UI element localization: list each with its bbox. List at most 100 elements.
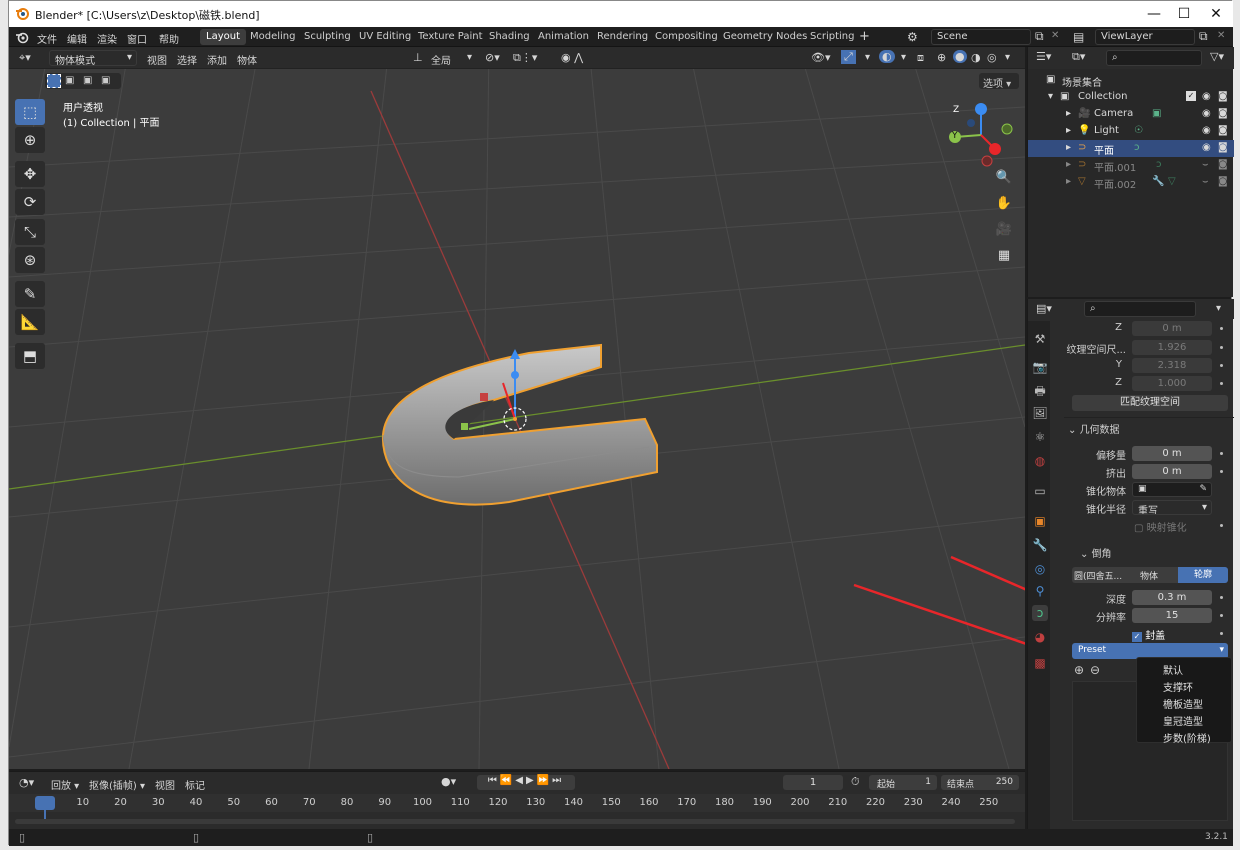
transform-orientation-icon[interactable]: ⊥ (413, 51, 423, 64)
tab-rendering[interactable]: Rendering (591, 29, 654, 45)
playback-controls[interactable]: ⏮⏪◀▶⏩⏭ (477, 775, 575, 790)
gizmo-toggle-icon[interactable]: ⤢ (841, 50, 856, 64)
map-taper-checkbox[interactable]: ▢ 映射锥化 (1134, 519, 1187, 534)
camera-view-icon[interactable]: 🎥 (993, 219, 1015, 241)
outliner-row-collection[interactable]: ▾ ▣ Collection ✓ ◉ ◙ (1028, 89, 1234, 106)
camera-render-icon[interactable]: ◙ (1218, 108, 1228, 119)
select-intersect-icon[interactable]: ▣ (101, 75, 110, 86)
overlay-toggle-icon[interactable]: ◐ (879, 50, 895, 63)
chevron-down-icon[interactable]: ▾ (901, 52, 906, 63)
measure-tool[interactable]: 📐 (15, 309, 45, 335)
menu-select[interactable]: 选择 (177, 52, 197, 67)
modifier-tab-icon[interactable]: 🔧 (1032, 537, 1048, 553)
dropdown-item-steps[interactable]: 步数(阶梯) (1163, 730, 1211, 745)
select-box-tool[interactable]: ⬚ (15, 99, 45, 125)
dropdown-item-cornice[interactable]: 檐板造型 (1163, 696, 1203, 711)
scene-icon[interactable]: ⚙ (907, 30, 918, 44)
ortho-grid-icon[interactable]: ▦ (993, 245, 1015, 267)
chevron-down-icon[interactable]: ▾ (467, 52, 472, 63)
taper-object-field[interactable]: ▣ ✎ (1132, 482, 1212, 497)
keyframe-dot[interactable] (1220, 614, 1223, 617)
add-preset-icon[interactable]: ⊕ (1074, 663, 1084, 677)
scene-selector[interactable]: Scene (931, 29, 1031, 45)
xray-icon[interactable]: ⧈ (917, 51, 924, 65)
view-layer-tab-icon[interactable]: 🖼 (1032, 405, 1048, 421)
bevel-mode-object[interactable]: 物体 (1140, 569, 1158, 582)
keyframe-dot[interactable] (1220, 524, 1223, 527)
transform-orientation[interactable]: 全局 (431, 52, 451, 67)
clock-icon[interactable]: ⏱ (851, 775, 860, 789)
timeline-menu-view[interactable]: 视图 (155, 777, 175, 792)
tab-sculpting[interactable]: Sculpting (298, 29, 357, 45)
checkbox-icon[interactable]: ✓ (1186, 91, 1196, 101)
expand-icon[interactable]: ▸ (1066, 125, 1071, 136)
tab-modeling[interactable]: Modeling (244, 29, 302, 45)
expand-icon[interactable]: ▸ (1066, 176, 1071, 187)
keyframe-dot[interactable] (1220, 452, 1223, 455)
cursor-tool[interactable]: ⊕ (15, 127, 45, 153)
3d-viewport[interactable]: Z Y ⌖▾ 物体模式 ▾ 视图 选择 添加 物体 ⊥ 全局 ▾ ⊘▾ ⧉⋮▾ ◉… (9, 47, 1025, 769)
chevron-down-icon[interactable]: ▾ (1005, 52, 1010, 63)
curve-data-tab-icon[interactable]: ↄ (1032, 605, 1048, 621)
chevron-down-icon[interactable]: ▾ (865, 52, 870, 63)
match-texture-space-button[interactable]: 匹配纹理空间 (1072, 395, 1228, 411)
timeline-scrollbar[interactable] (15, 819, 1015, 824)
options-dropdown[interactable]: 选项 ▾ (979, 73, 1019, 90)
view-layer-icon[interactable]: ▤ (1073, 30, 1084, 44)
keyframe-dot[interactable] (1220, 327, 1223, 330)
tab-uv-editing[interactable]: UV Editing (353, 29, 417, 45)
eye-hidden-icon[interactable]: ⌣ (1202, 159, 1209, 170)
eye-icon[interactable]: ◉ (1202, 142, 1211, 153)
outliner-row-light[interactable]: ▸ 💡 Light ☉ ◉ ◙ (1028, 123, 1234, 140)
expand-icon[interactable]: ▸ (1066, 159, 1071, 170)
scene-tab-icon[interactable]: ⚛ (1032, 429, 1048, 445)
constraints-tab-icon[interactable]: ⚲ (1032, 583, 1048, 599)
select-extend-icon[interactable]: ▣ (65, 75, 74, 86)
outliner-row-plane-001[interactable]: ▸ ⊃ 平面.001 ↄ ⌣ ◙ (1028, 157, 1234, 174)
tab-geometry-nodes[interactable]: Geometry Nodes (717, 29, 813, 45)
delete-scene-icon[interactable]: ✕ (1051, 30, 1059, 41)
mode-selector[interactable]: 物体模式 ▾ (49, 50, 137, 66)
offset-field[interactable]: 0 m (1132, 446, 1212, 461)
tab-shading[interactable]: Shading (483, 29, 536, 45)
expand-icon[interactable]: ▾ (1048, 91, 1053, 102)
record-icon[interactable]: ●▾ (441, 775, 456, 788)
keyframe-dot[interactable] (1220, 346, 1223, 349)
outliner-search-input[interactable]: ⌕ (1106, 50, 1202, 66)
transform-tool[interactable]: ⊛ (15, 247, 45, 273)
dropdown-item-default[interactable]: 默认 (1163, 662, 1183, 677)
geometry-section-header[interactable]: ⌄ 几何数据 (1068, 421, 1120, 436)
editor-type-icon[interactable]: ⌖▾ (19, 51, 31, 65)
move-tool[interactable]: ✥ (15, 161, 45, 187)
keyframe-dot[interactable] (1220, 632, 1223, 635)
depth-field[interactable]: 0.3 m (1132, 590, 1212, 605)
close-button[interactable]: ✕ (1201, 4, 1231, 24)
physics-tab-icon[interactable]: ◎ (1032, 561, 1048, 577)
timeline-editor-icon[interactable]: ◔▾ (19, 776, 34, 789)
expand-icon[interactable]: ▸ (1066, 108, 1071, 119)
bevel-section-header[interactable]: ⌄ 倒角 (1080, 545, 1112, 560)
resolution-field[interactable]: 15 (1132, 608, 1212, 623)
menu-help[interactable]: 帮助 (159, 31, 179, 46)
location-z-field[interactable]: 0 m (1132, 321, 1212, 336)
remove-preset-icon[interactable]: ⊖ (1090, 663, 1100, 677)
menu-window[interactable]: 窗口 (127, 31, 147, 46)
keyframe-dot[interactable] (1220, 382, 1223, 385)
add-workspace-button[interactable]: + (859, 29, 870, 44)
taper-radius-select[interactable]: 重写 ▾ (1132, 500, 1212, 515)
fill-caps-checkbox[interactable]: ✓ 封盖 (1132, 627, 1165, 642)
menu-view[interactable]: 视图 (147, 52, 167, 67)
delete-view-layer-icon[interactable]: ✕ (1217, 30, 1225, 41)
timeline-menu-marker[interactable]: 标记 (185, 777, 205, 792)
dropdown-item-support-loops[interactable]: 支撑环 (1163, 679, 1193, 694)
bevel-mode-profile[interactable]: 轮廓 (1178, 567, 1228, 583)
shading-solid-icon[interactable]: ● (953, 50, 967, 63)
select-subtract-icon[interactable]: ▣ (83, 75, 92, 86)
world-tab-icon[interactable]: ◍ (1032, 453, 1048, 469)
outliner-row-scene-collection[interactable]: ▣ 场景集合 (1028, 72, 1234, 89)
chevron-down-icon[interactable]: ▾ (1216, 303, 1221, 314)
material-tab-icon[interactable]: ◕ (1032, 629, 1048, 645)
shading-material-icon[interactable]: ◑ (971, 51, 981, 64)
outliner-row-plane[interactable]: ▸ ⊃ 平面 ↄ ◉ ◙ (1028, 140, 1234, 157)
outliner-row-plane-002[interactable]: ▸ ▽ 平面.002 🔧 ▽ ⌣ ◙ (1028, 174, 1234, 191)
